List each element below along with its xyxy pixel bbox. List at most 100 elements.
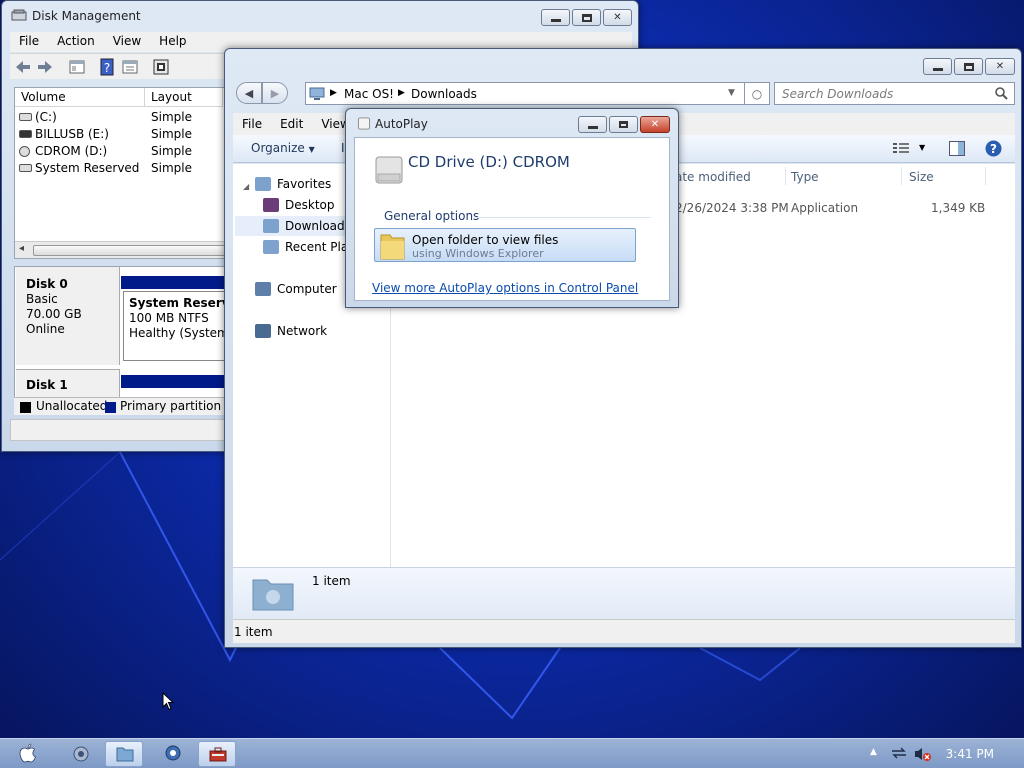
breadcrumb-downloads[interactable]: Downloads (411, 87, 477, 101)
close-button[interactable]: ✕ (640, 116, 670, 133)
volume-row[interactable]: (C:) Simple (15, 109, 227, 126)
close-icon: ✕ (995, 61, 1005, 72)
explorer-titlebar[interactable]: ✕ (225, 49, 1021, 79)
maximize-button[interactable] (609, 116, 638, 133)
drive-icon (19, 113, 32, 121)
nav-desktop[interactable]: Desktop (263, 195, 335, 215)
column-separator (785, 167, 786, 185)
back-button[interactable]: ◀ (236, 82, 262, 104)
organize-button[interactable]: Organize ▼ (251, 141, 315, 155)
file-size: 1,349 KB (931, 201, 986, 215)
toolbar-item[interactable]: I (341, 141, 345, 155)
help-icon[interactable]: ? (98, 58, 116, 76)
taskbar-disk-management-button[interactable] (198, 741, 236, 767)
control-panel-link[interactable]: View more AutoPlay options in Control Pa… (372, 281, 638, 295)
volume-name: (C:) (35, 110, 57, 124)
column-header-size[interactable]: Size (909, 170, 934, 184)
drive-icon (19, 164, 32, 172)
refresh-button[interactable]: ○ (744, 82, 770, 105)
search-icon[interactable] (164, 744, 183, 763)
volume-row[interactable]: CDROM (D:) Simple (15, 143, 227, 160)
column-header-date-modified[interactable]: ate modified (675, 170, 751, 184)
volume-layout: Simple (151, 127, 192, 141)
nav-favorites[interactable]: Favorites (255, 174, 331, 194)
nav-recent-places[interactable]: Recent Plac (263, 237, 355, 257)
forward-arrow-icon[interactable] (36, 58, 54, 76)
disk-graphical-view[interactable]: Disk 0 Basic 70.00 GB Online System Rese… (14, 266, 228, 414)
toolbox-icon (209, 747, 227, 762)
menu-action[interactable]: Action (48, 32, 104, 52)
close-button[interactable]: ✕ (603, 9, 632, 26)
volume-muted-icon[interactable] (914, 746, 932, 762)
network-arrows-icon[interactable] (891, 747, 907, 759)
preview-pane-icon[interactable] (949, 141, 965, 156)
show-hidden-icons-icon[interactable]: ▲ (870, 747, 877, 757)
menu-view[interactable]: View (104, 32, 150, 52)
nav-network[interactable]: Network (255, 321, 327, 341)
chevron-down-icon[interactable]: ▼ (919, 143, 925, 152)
legend: Unallocated Primary partition (14, 397, 228, 415)
volume-list[interactable]: Volume Layout (C:) Simple BILLUSB (E:) S… (14, 87, 228, 259)
scrollbar-thumb[interactable] (33, 245, 227, 256)
open-folder-option[interactable]: Open folder to view files using Windows … (374, 228, 636, 262)
nav-computer[interactable]: Computer (255, 279, 337, 299)
search-input[interactable]: Search Downloads (782, 87, 893, 101)
partition-system-reserved[interactable]: System Reserved 100 MB NTFS Healthy (Sys… (123, 291, 227, 361)
scroll-left-icon[interactable]: ◂ (19, 243, 24, 254)
taskbar-explorer-button[interactable] (105, 741, 143, 767)
svg-text:?: ? (990, 142, 997, 156)
disk-management-titlebar[interactable]: Disk Management ✕ (2, 1, 638, 29)
column-header-volume[interactable]: Volume (15, 88, 145, 107)
maximize-button[interactable] (572, 9, 601, 26)
menu-file[interactable]: File (233, 113, 271, 135)
volume-row[interactable]: BILLUSB (E:) Simple (15, 126, 227, 143)
chevron-down-icon[interactable]: ▼ (728, 88, 735, 98)
column-header-layout[interactable]: Layout (145, 88, 223, 107)
back-arrow-icon[interactable] (14, 58, 32, 76)
column-header-type[interactable]: Type (791, 170, 819, 184)
address-bar[interactable]: ▶ Mac OS! ▶ Downloads ▼ (305, 82, 770, 105)
minimize-button[interactable] (541, 9, 570, 26)
horizontal-scrollbar[interactable]: ◂ (15, 241, 227, 258)
volume-row[interactable]: System Reserved Simple (15, 160, 227, 177)
file-type: Application (791, 201, 859, 215)
legend-label: Unallocated (36, 399, 108, 413)
forward-button[interactable]: ▶ (262, 82, 288, 104)
status-bar: 1 item (233, 619, 1015, 643)
view-options-icon[interactable] (893, 142, 909, 155)
chevron-down-icon: ▼ (308, 145, 315, 154)
system-settings-icon[interactable] (72, 745, 90, 763)
search-icon[interactable] (995, 87, 1008, 100)
menu-help[interactable]: Help (150, 32, 195, 52)
menu-edit[interactable]: Edit (271, 113, 312, 135)
properties-icon[interactable] (121, 58, 139, 76)
minimize-button[interactable] (923, 58, 952, 75)
menu-file[interactable]: File (10, 32, 48, 52)
star-folder-icon (255, 177, 271, 191)
clock[interactable]: 3:41 PM (946, 747, 994, 761)
apple-logo-icon[interactable] (18, 742, 38, 764)
help-icon[interactable]: ? (985, 140, 1002, 157)
minimize-button[interactable] (578, 116, 607, 133)
disk-management-icon (11, 9, 27, 21)
volume-name: CDROM (D:) (35, 144, 108, 158)
downloads-folder-icon (263, 219, 279, 233)
minimize-icon (550, 18, 561, 22)
console-tree-icon[interactable] (68, 58, 86, 76)
column-separator (985, 167, 986, 185)
expand-arrow-icon[interactable]: ◢ (243, 182, 249, 191)
search-box[interactable]: Search Downloads (774, 82, 1015, 105)
settings-icon[interactable] (152, 58, 170, 76)
back-arrow-icon: ◀ (244, 86, 254, 100)
maximize-icon (581, 13, 592, 22)
device-title: CD Drive (D:) CDROM (408, 153, 570, 171)
autoplay-titlebar[interactable]: AutoPlay ✕ (346, 109, 678, 137)
partition-name: System Reserved (129, 296, 227, 310)
maximize-button[interactable] (954, 58, 983, 75)
autoplay-dialog[interactable]: AutoPlay ✕ CD Drive (D:) CDROM General o… (345, 108, 679, 308)
nav-label: Computer (277, 282, 337, 296)
close-button[interactable]: ✕ (985, 58, 1015, 75)
disk-0-label[interactable]: Disk 0 Basic 70.00 GB Online (16, 267, 120, 365)
breadcrumb-mac-os[interactable]: Mac OS! (344, 87, 394, 101)
partition-header-bar (121, 276, 227, 289)
